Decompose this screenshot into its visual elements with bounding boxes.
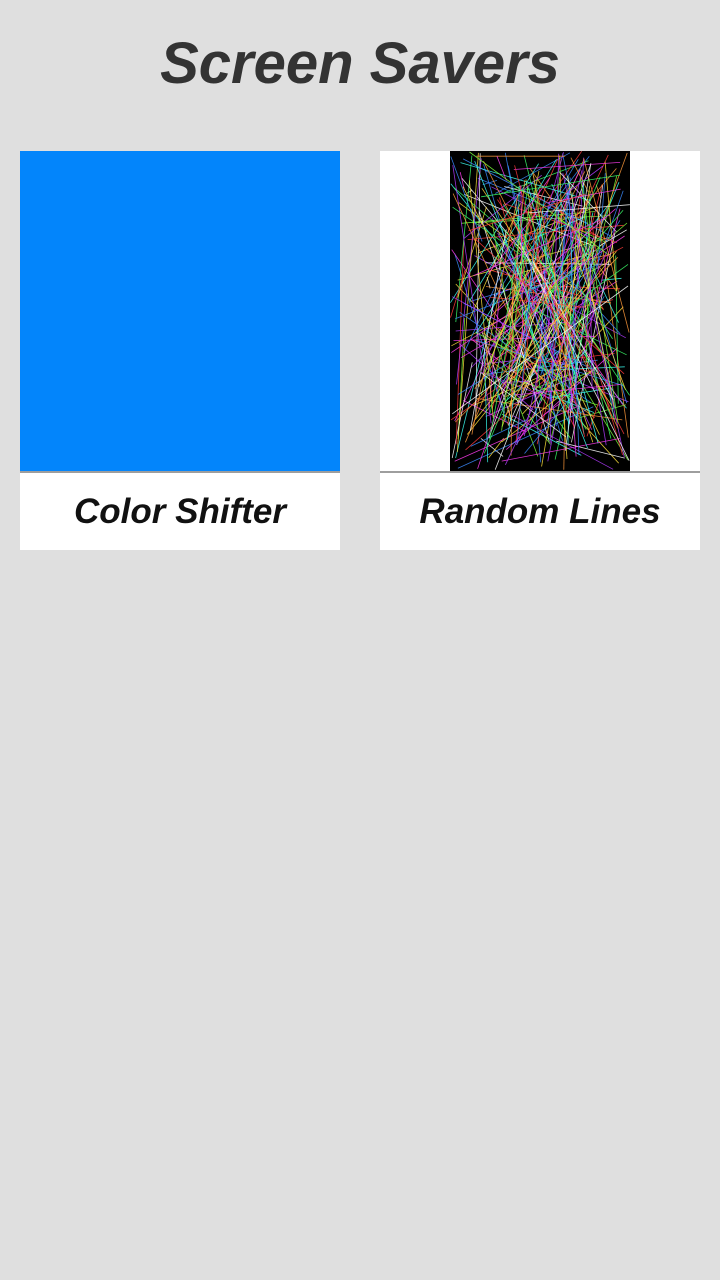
- random-line: [451, 362, 473, 459]
- random-lines-label: Random Lines: [419, 492, 661, 531]
- random-line: [513, 162, 621, 170]
- random-line: [450, 269, 466, 318]
- color-shifter-label: Color Shifter: [74, 492, 286, 531]
- color-shifter-preview-fill: [20, 151, 340, 471]
- random-line: [496, 156, 507, 181]
- random-line: [501, 280, 553, 428]
- screen-saver-card-random-lines[interactable]: Random Lines: [380, 151, 700, 550]
- random-lines-preview: [380, 151, 700, 471]
- screen-saver-card-color-shifter[interactable]: Color Shifter: [20, 151, 340, 550]
- random-line: [581, 317, 612, 439]
- page-title: Screen Savers: [160, 31, 560, 96]
- random-line: [601, 277, 622, 281]
- color-shifter-preview: [20, 151, 340, 471]
- random-lines-preview-image: [450, 151, 630, 471]
- random-line: [579, 404, 626, 418]
